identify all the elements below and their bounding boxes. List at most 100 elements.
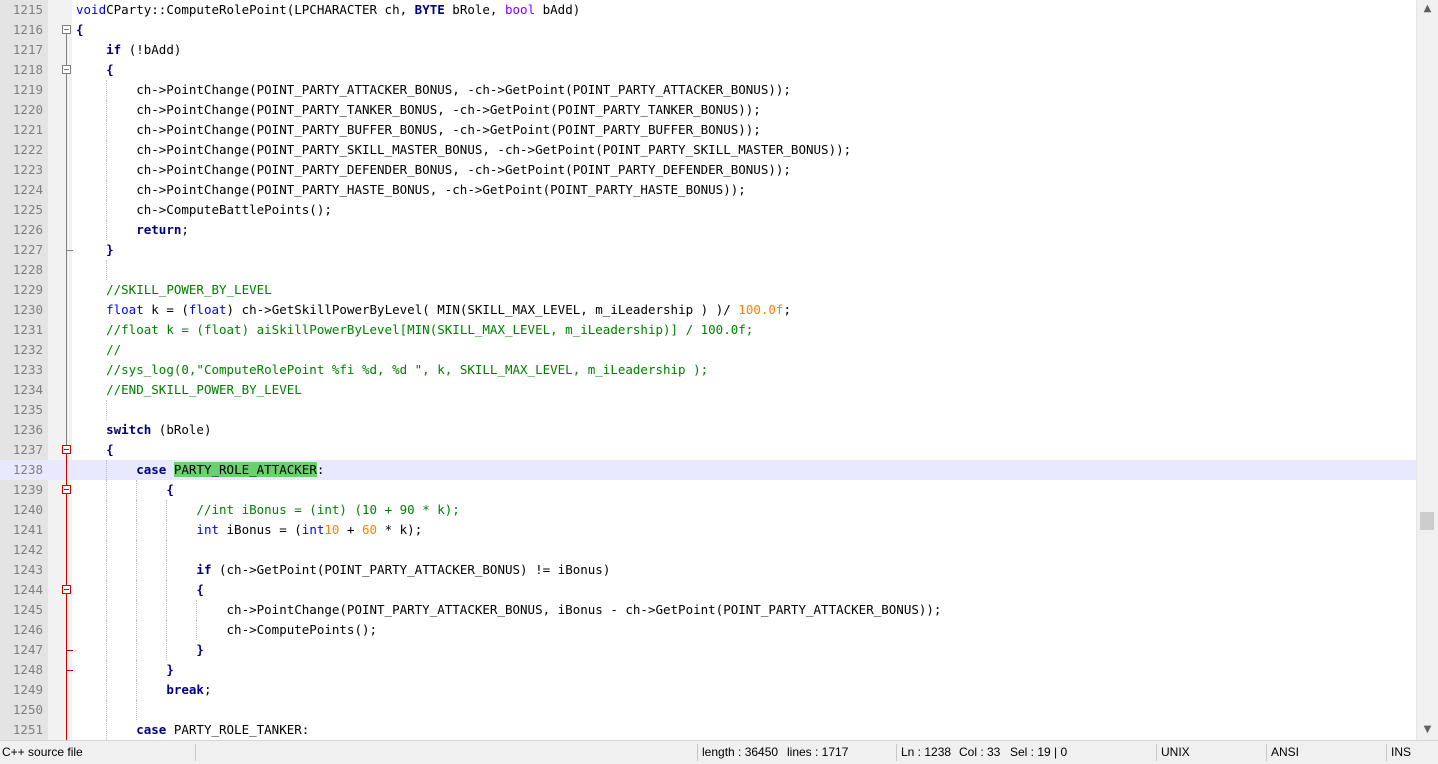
code-line[interactable]: 1223 ch->PointChange(POINT_PARTY_DEFENDE… bbox=[0, 160, 1416, 180]
code-line[interactable]: 1241 int iBonus = (int10 + 60 * k); bbox=[0, 520, 1416, 540]
code-text[interactable]: } bbox=[76, 240, 114, 260]
code-text[interactable]: return; bbox=[76, 220, 189, 240]
indent-guide bbox=[106, 560, 107, 580]
fold-minus-icon[interactable] bbox=[62, 485, 71, 494]
code-line[interactable]: 1216 { bbox=[0, 20, 1416, 40]
code-text[interactable]: { bbox=[76, 60, 114, 80]
code-token: if bbox=[106, 42, 122, 57]
code-line[interactable]: 1243 if (ch->GetPoint(POINT_PARTY_ATTACK… bbox=[0, 560, 1416, 580]
code-text[interactable]: case PARTY_ROLE_ATTACKER: bbox=[76, 460, 324, 480]
code-text[interactable]: float k = (float) ch->GetSkillPowerByLev… bbox=[76, 300, 791, 320]
code-line[interactable]: 1220 ch->PointChange(POINT_PARTY_TANKER_… bbox=[0, 100, 1416, 120]
fold-minus-icon[interactable] bbox=[62, 65, 71, 74]
code-text[interactable]: ch->PointChange(POINT_PARTY_DEFENDER_BON… bbox=[76, 160, 791, 180]
code-text[interactable]: { bbox=[76, 20, 84, 40]
code-text[interactable]: ch->ComputePoints(); bbox=[76, 620, 378, 640]
code-text[interactable]: ch->PointChange(POINT_PARTY_BUFFER_BONUS… bbox=[76, 120, 761, 140]
code-line[interactable]: 1237 { bbox=[0, 440, 1416, 460]
scroll-up-arrow-icon[interactable]: ▲ bbox=[1417, 0, 1438, 17]
code-line[interactable]: 1248 } bbox=[0, 660, 1416, 680]
code-line[interactable]: 1226 return; bbox=[0, 220, 1416, 240]
code-line[interactable]: 1230 float k = (float) ch->GetSkillPower… bbox=[0, 300, 1416, 320]
code-line[interactable]: 1232 // bbox=[0, 340, 1416, 360]
code-text[interactable]: { bbox=[76, 440, 114, 460]
code-line[interactable]: 1234 //END_SKILL_POWER_BY_LEVEL bbox=[0, 380, 1416, 400]
code-line[interactable]: 1221 ch->PointChange(POINT_PARTY_BUFFER_… bbox=[0, 120, 1416, 140]
code-text[interactable]: ch->PointChange(POINT_PARTY_ATTACKER_BON… bbox=[76, 600, 942, 620]
code-line[interactable]: 1227 } bbox=[0, 240, 1416, 260]
code-line[interactable]: 1242 bbox=[0, 540, 1416, 560]
code-text[interactable]: if (ch->GetPoint(POINT_PARTY_ATTACKER_BO… bbox=[76, 560, 610, 580]
code-text[interactable]: ch->PointChange(POINT_PARTY_SKILL_MASTER… bbox=[76, 140, 851, 160]
code-editor[interactable]: 1215 voidCParty::ComputeRolePoint(LPCHARA… bbox=[0, 0, 1438, 740]
code-line[interactable]: 1222 ch->PointChange(POINT_PARTY_SKILL_M… bbox=[0, 140, 1416, 160]
indent-guide bbox=[106, 460, 107, 480]
code-text[interactable]: ch->PointChange(POINT_PARTY_HASTE_BONUS,… bbox=[76, 180, 746, 200]
code-text[interactable]: voidCParty::ComputeRolePoint(LPCHARACTER… bbox=[76, 0, 580, 20]
code-token: { bbox=[196, 582, 204, 597]
code-line[interactable]: 1249 break; bbox=[0, 680, 1416, 700]
code-text[interactable]: if (!bAdd) bbox=[76, 40, 181, 60]
code-text[interactable]: //float k = (float) aiSkillPowerByLevel[… bbox=[76, 320, 753, 340]
code-token: ch->PointChange(POINT_PARTY_HASTE_BONUS,… bbox=[76, 182, 746, 197]
code-text[interactable]: ch->PointChange(POINT_PARTY_TANKER_BONUS… bbox=[76, 100, 761, 120]
code-line[interactable]: 1218 { bbox=[0, 60, 1416, 80]
code-token: if bbox=[196, 562, 212, 577]
code-line[interactable]: 1246 ch->ComputePoints(); bbox=[0, 620, 1416, 640]
code-text[interactable]: switch (bRole) bbox=[76, 420, 211, 440]
line-number: 1232 bbox=[12, 342, 43, 357]
code-text[interactable]: //SKILL_POWER_BY_LEVEL bbox=[76, 280, 272, 300]
code-text[interactable]: } bbox=[76, 660, 174, 680]
vertical-scrollbar[interactable]: ▲ ▼ bbox=[1416, 0, 1438, 740]
code-line[interactable]: 1239 { bbox=[0, 480, 1416, 500]
code-text[interactable]: { bbox=[76, 580, 204, 600]
indent-guide bbox=[166, 620, 167, 640]
line-number: 1220 bbox=[12, 102, 43, 117]
scrollbar-thumb[interactable] bbox=[1420, 512, 1434, 530]
status-eol-format[interactable]: UNIX bbox=[1159, 741, 1264, 764]
code-line[interactable]: 1225 ch->ComputeBattlePoints(); bbox=[0, 200, 1416, 220]
status-insert-mode[interactable]: INS bbox=[1389, 741, 1437, 764]
code-line[interactable]: 1240 //int iBonus = (int) (10 + 90 * k); bbox=[0, 500, 1416, 520]
code-text[interactable]: break; bbox=[76, 680, 211, 700]
code-text[interactable]: case PARTY_ROLE_TANKER: bbox=[76, 720, 309, 740]
code-line[interactable]: 1228 bbox=[0, 260, 1416, 280]
code-line-active[interactable]: 1238 case PARTY_ROLE_ATTACKER: bbox=[0, 460, 1416, 480]
status-encoding[interactable]: ANSI bbox=[1269, 741, 1384, 764]
code-text[interactable]: //sys_log(0,"ComputeRolePoint %fi %d, %d… bbox=[76, 360, 708, 380]
scroll-down-arrow-icon[interactable]: ▼ bbox=[1417, 721, 1438, 738]
code-line[interactable]: 1217 if (!bAdd) bbox=[0, 40, 1416, 60]
code-text[interactable]: //END_SKILL_POWER_BY_LEVEL bbox=[76, 380, 302, 400]
code-line[interactable]: 1251 case PARTY_ROLE_TANKER: bbox=[0, 720, 1416, 740]
code-line[interactable]: 1229 //SKILL_POWER_BY_LEVEL bbox=[0, 280, 1416, 300]
indent-guide bbox=[106, 600, 107, 620]
code-line[interactable]: 1244 { bbox=[0, 580, 1416, 600]
code-line[interactable]: 1224 ch->PointChange(POINT_PARTY_HASTE_B… bbox=[0, 180, 1416, 200]
status-divider bbox=[1156, 744, 1157, 761]
code-line[interactable]: 1250 bbox=[0, 700, 1416, 720]
fold-minus-icon[interactable] bbox=[62, 25, 71, 34]
indent-guide bbox=[106, 400, 107, 420]
code-token: 100.0f bbox=[738, 302, 784, 317]
code-line[interactable]: 1247 } bbox=[0, 640, 1416, 660]
code-token: PARTY_ROLE_TANKER: bbox=[166, 722, 310, 737]
fold-minus-icon[interactable] bbox=[62, 585, 71, 594]
code-text[interactable]: { bbox=[76, 480, 174, 500]
code-line[interactable]: 1236 switch (bRole) bbox=[0, 420, 1416, 440]
fold-minus-icon[interactable] bbox=[62, 445, 71, 454]
code-line[interactable]: 1235 bbox=[0, 400, 1416, 420]
code-text[interactable]: ch->PointChange(POINT_PARTY_ATTACKER_BON… bbox=[76, 80, 791, 100]
code-text[interactable]: } bbox=[76, 640, 204, 660]
code-text[interactable]: int iBonus = (int10 + 60 * k); bbox=[76, 520, 422, 540]
code-line[interactable]: 1219 ch->PointChange(POINT_PARTY_ATTACKE… bbox=[0, 80, 1416, 100]
code-text[interactable]: ch->ComputeBattlePoints(); bbox=[76, 200, 332, 220]
code-line[interactable]: 1231 //float k = (float) aiSkillPowerByL… bbox=[0, 320, 1416, 340]
code-text[interactable]: //int iBonus = (int) (10 + 90 * k); bbox=[76, 500, 459, 520]
code-text[interactable]: // bbox=[76, 340, 121, 360]
code-line[interactable]: 1215 voidCParty::ComputeRolePoint(LPCHARA… bbox=[0, 0, 1416, 20]
indent-guide bbox=[106, 140, 107, 160]
code-line[interactable]: 1245 ch->PointChange(POINT_PARTY_ATTACKE… bbox=[0, 600, 1416, 620]
indent-guide bbox=[136, 660, 137, 680]
code-line[interactable]: 1233 //sys_log(0,"ComputeRolePoint %fi %… bbox=[0, 360, 1416, 380]
